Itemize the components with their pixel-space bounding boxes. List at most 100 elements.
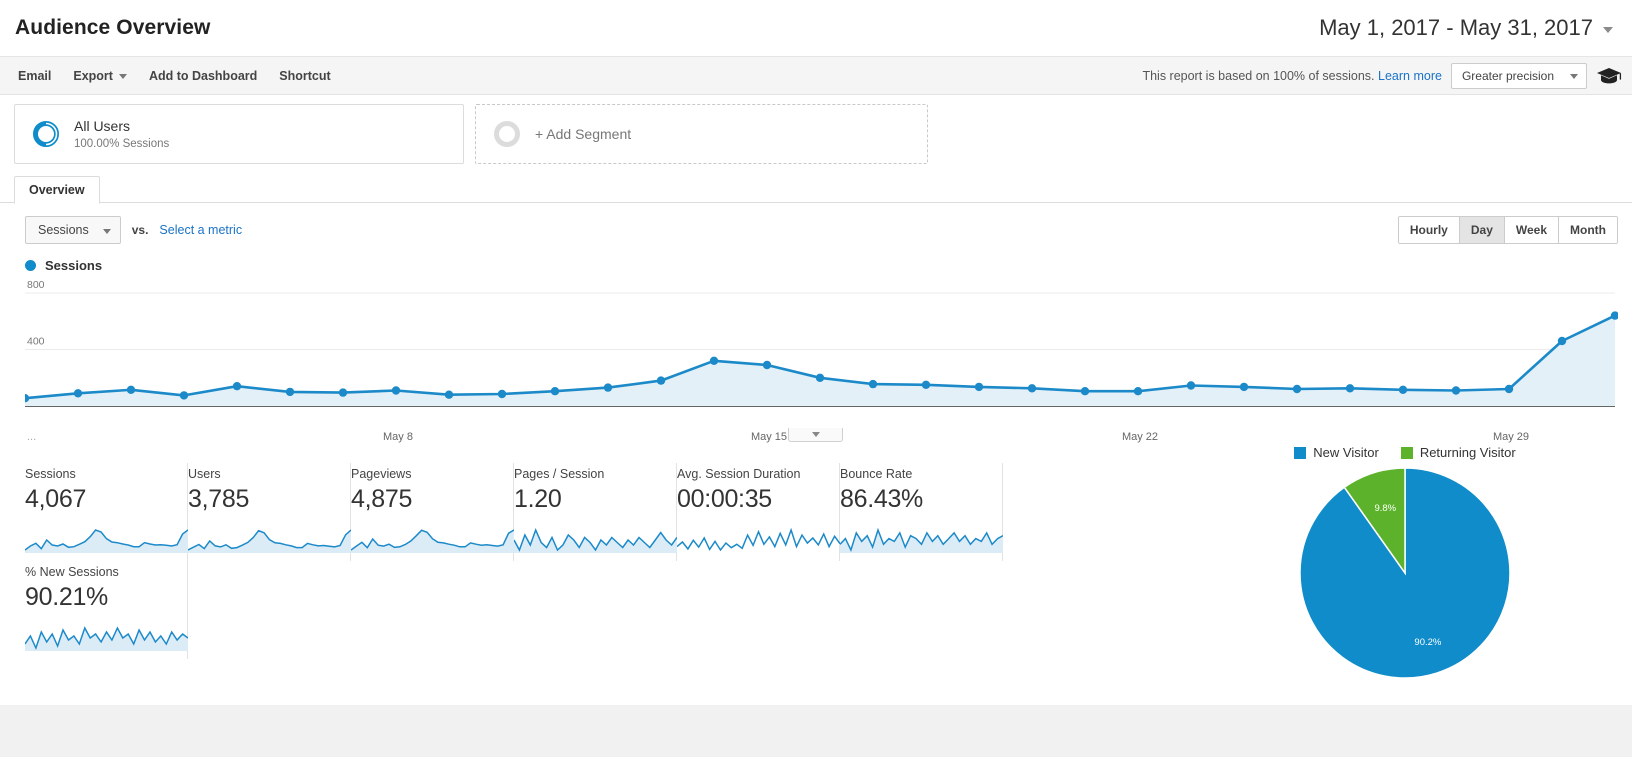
export-label: Export	[73, 68, 113, 83]
primary-metric-dropdown[interactable]: Sessions	[25, 216, 121, 244]
add-segment-button[interactable]: + Add Segment	[475, 104, 928, 164]
metric-card[interactable]: Sessions 4,067	[25, 463, 188, 561]
email-button[interactable]: Email	[14, 64, 62, 88]
pie-slice-label: 9.8%	[1374, 503, 1396, 514]
metric-card[interactable]: Bounce Rate 86.43%	[840, 463, 1003, 561]
metric-controls-row: Sessions vs. Select a metric Hourly Day …	[0, 203, 1632, 244]
add-to-dashboard-button[interactable]: Add to Dashboard	[138, 64, 268, 88]
metric-selectors: Sessions vs. Select a metric	[25, 216, 242, 244]
granularity-hourly[interactable]: Hourly	[1398, 217, 1460, 243]
chevron-down-icon	[811, 432, 820, 437]
metric-card-label: Sessions	[25, 467, 76, 481]
pie-legend-label-new: New Visitor	[1313, 445, 1379, 460]
select-a-metric-link[interactable]: Select a metric	[159, 223, 242, 237]
report-toolbar: Email Export Add to Dashboard Shortcut T…	[0, 57, 1632, 95]
metric-card-sparkline	[351, 529, 514, 553]
metric-card-label: Users	[188, 467, 221, 481]
metric-card-sparkline	[25, 626, 188, 651]
metric-card-label: Pageviews	[351, 467, 412, 481]
metric-card-value: 86.43%	[840, 485, 923, 513]
add-segment-donut-icon	[494, 121, 520, 147]
legend-dot-icon	[25, 260, 36, 271]
x-axis-tick: May 15	[750, 431, 788, 443]
add-segment-label: + Add Segment	[535, 126, 632, 142]
chevron-down-icon	[1603, 27, 1613, 33]
metric-card-label: % New Sessions	[25, 565, 119, 579]
segment-subtitle: 100.00% Sessions	[74, 137, 170, 150]
svg-text:800: 800	[27, 279, 45, 291]
metric-card[interactable]: Pageviews 4,875	[351, 463, 514, 561]
granularity-toggle-group: Hourly Day Week Month	[1397, 216, 1618, 244]
visitor-type-pie-panel: New Visitor Returning Visitor 90.2% 9.8%	[1190, 445, 1620, 681]
tab-overview[interactable]: Overview	[14, 176, 100, 204]
legend-series-label: Sessions	[45, 258, 103, 273]
granularity-day[interactable]: Day	[1459, 217, 1505, 243]
page-title: Audience Overview	[15, 16, 211, 39]
pie-legend: New Visitor Returning Visitor	[1190, 445, 1620, 460]
metric-card-filler	[188, 561, 351, 659]
chart-legend: Sessions	[0, 244, 1632, 273]
vs-label: vs.	[131, 223, 149, 237]
x-axis-tick: May 22	[1121, 431, 1159, 443]
metric-card-filler	[677, 561, 840, 659]
visitor-type-pie-chart[interactable]: 90.2% 9.8%	[1255, 466, 1555, 681]
chart-canvas: 400 800	[25, 279, 1618, 407]
precision-label: Greater precision	[1461, 68, 1554, 83]
metric-card-sparkline	[514, 527, 677, 553]
metric-card-label: Bounce Rate	[840, 467, 913, 481]
metric-card-sparkline	[188, 529, 351, 553]
date-range-picker[interactable]: May 1, 2017 - May 31, 2017	[1308, 11, 1618, 45]
pie-legend-swatch-new	[1294, 446, 1307, 459]
metric-card[interactable]: % New Sessions 90.21%	[25, 561, 188, 659]
segment-all-users[interactable]: All Users 100.00% Sessions	[14, 104, 464, 164]
primary-metric-label: Sessions	[38, 223, 89, 237]
metric-card-label: Pages / Session	[514, 467, 605, 481]
x-axis-tick: ...	[27, 431, 37, 443]
learn-more-link[interactable]: Learn more	[1378, 69, 1442, 83]
metric-card-filler	[840, 561, 1003, 659]
chevron-down-icon	[118, 74, 127, 79]
x-axis-tick: May 8	[383, 431, 413, 443]
chart-resize-handle[interactable]	[788, 428, 843, 442]
sessions-timeseries-chart[interactable]: 400 800	[25, 279, 1618, 429]
metric-card-value: 4,875	[351, 485, 413, 513]
metric-card[interactable]: Users 3,785	[188, 463, 351, 561]
granularity-month[interactable]: Month	[1559, 217, 1617, 243]
metric-card-value: 00:00:35	[677, 485, 772, 513]
metric-card-value: 90.21%	[25, 583, 108, 611]
granularity-week[interactable]: Week	[1504, 217, 1560, 243]
title-bar: Audience Overview May 1, 2017 - May 31, …	[0, 0, 1632, 57]
metric-card-value: 3,785	[188, 485, 250, 513]
segment-name: All Users	[74, 118, 131, 135]
chevron-down-icon	[1570, 74, 1578, 79]
pie-legend-swatch-returning	[1400, 446, 1413, 459]
segment-donut-icon	[33, 121, 59, 147]
export-button[interactable]: Export	[62, 64, 138, 88]
toolbar-sampling: This report is based on 100% of sessions…	[1142, 62, 1622, 89]
metric-card-sparkline	[677, 527, 840, 552]
svg-text:400: 400	[27, 336, 45, 348]
metric-card-sparkline	[25, 529, 188, 553]
graduation-cap-icon[interactable]	[1596, 66, 1622, 86]
precision-dropdown[interactable]: Greater precision	[1450, 62, 1587, 89]
metric-card-label: Avg. Session Duration	[677, 467, 801, 481]
chevron-down-icon	[102, 228, 111, 234]
pie-legend-item-new-visitor[interactable]: New Visitor	[1294, 445, 1379, 460]
metric-cards-grid: Sessions 4,067 Users 3,785 Pageviews 4,875 Pag…	[0, 463, 1140, 757]
analytics-audience-overview-page: Audience Overview May 1, 2017 - May 31, …	[0, 0, 1632, 705]
toolbar-actions: Email Export Add to Dashboard Shortcut	[14, 64, 342, 88]
pie-slice-label: 90.2%	[1414, 637, 1441, 648]
shortcut-button[interactable]: Shortcut	[268, 64, 341, 88]
metric-card-value: 1.20	[514, 485, 562, 513]
sampling-text: This report is based on 100% of sessions…	[1142, 68, 1375, 83]
tab-overview-label: Overview	[29, 183, 85, 197]
x-axis-tick: May 29	[1492, 431, 1530, 443]
report-tabs: Overview	[0, 175, 1632, 204]
metric-card[interactable]: Pages / Session 1.20	[514, 463, 677, 561]
segment-bar: All Users 100.00% Sessions + Add Segment	[0, 95, 1632, 164]
pie-legend-label-returning: Returning Visitor	[1419, 445, 1516, 460]
pie-legend-item-returning-visitor[interactable]: Returning Visitor	[1400, 445, 1516, 460]
date-range-label: May 1, 2017 - May 31, 2017	[1319, 15, 1593, 40]
metric-card-sparkline	[840, 527, 1003, 553]
metric-card[interactable]: Avg. Session Duration 00:00:35	[677, 463, 840, 561]
